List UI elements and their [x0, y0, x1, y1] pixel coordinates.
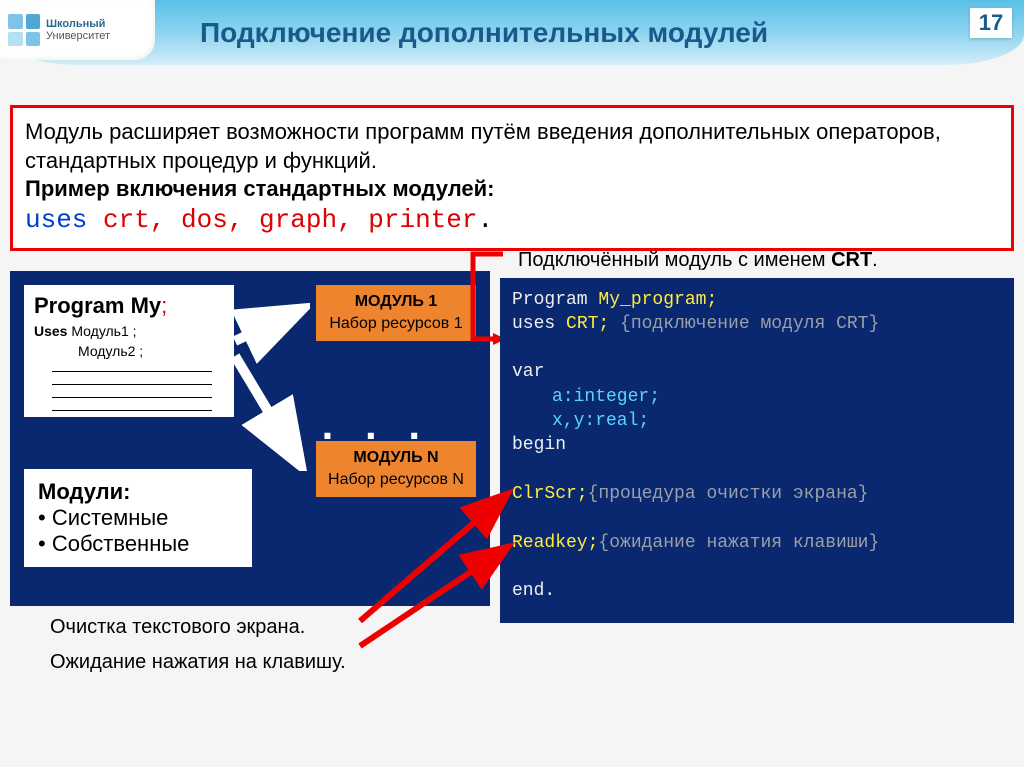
info-line1: Модуль расширяет возможности программ пу…	[25, 118, 999, 175]
blank-line	[52, 372, 212, 385]
blank-line	[52, 359, 212, 372]
blank-line	[52, 398, 212, 411]
page-number: 17	[970, 8, 1012, 38]
arrow-icon	[230, 301, 310, 471]
slide-header: Школьный Университет Подключение дополни…	[0, 0, 1024, 65]
arrow-icon	[350, 481, 520, 651]
uses-line2: Модуль2 ;	[78, 343, 224, 359]
caption-readkey: Ожидание нажатия на клавишу.	[50, 651, 490, 674]
right-column: Подключённый модуль с именем CRT. Progra…	[500, 271, 1014, 623]
main-row: Program My; Uses Модуль1 ; Модуль2 ; МОД…	[0, 271, 1024, 674]
program-title: Program My	[34, 293, 161, 318]
module-1-box: МОДУЛЬ 1 Набор ресурсов 1	[316, 285, 476, 341]
module-types-box: Модули: • Системные • Собственные	[24, 469, 252, 567]
program-box: Program My; Uses Модуль1 ; Модуль2 ;	[24, 285, 234, 417]
info-line2: Пример включения стандартных модулей:	[25, 175, 999, 204]
info-code: uses crt, dos, graph, printer.	[25, 204, 999, 238]
logo-icon	[8, 14, 40, 46]
info-box: Модуль расширяет возможности программ пу…	[10, 105, 1014, 251]
annotation-top: Подключённый модуль с именем CRT.	[518, 249, 1014, 272]
slide-title: Подключение дополнительных модулей	[200, 17, 768, 49]
code-screen: Program My_program; uses CRT; {подключен…	[500, 278, 1014, 623]
blank-line	[52, 385, 212, 398]
uses-line1: Uses Модуль1 ;	[34, 323, 224, 339]
logo: Школьный Университет	[0, 0, 155, 60]
logo-text: Школьный Университет	[46, 18, 110, 42]
